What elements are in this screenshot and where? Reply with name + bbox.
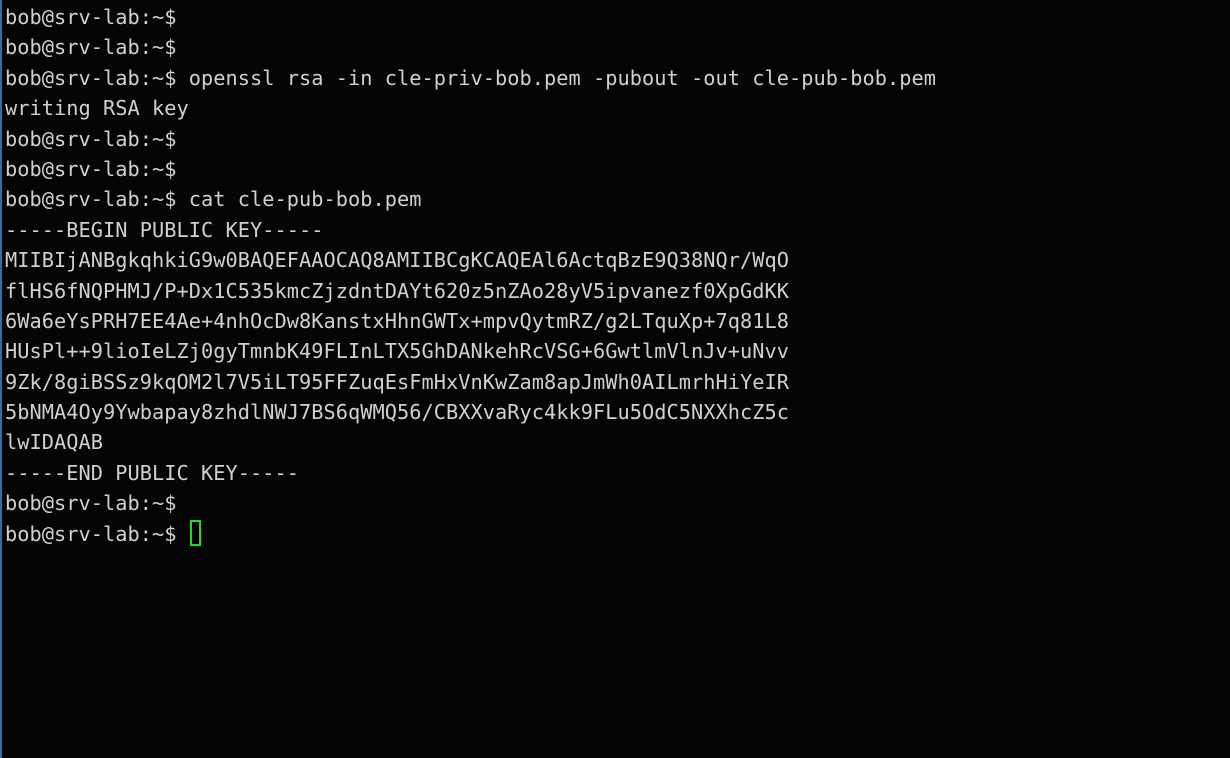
terminal-line: HUsPl++9lioIeLZj0gyTmnbK49FLInLTX5GhDANk… (5, 339, 790, 364)
terminal-line: 5bNMA4Oy9Ywbapay8zhdlNWJ7BS6qWMQ56/CBXXv… (5, 400, 790, 425)
terminal-line: bob@srv-lab:~$ (5, 5, 177, 29)
terminal-line: -----END PUBLIC KEY----- (5, 460, 300, 485)
terminal-window[interactable]: bob@srv-lab:~$ bob@srv-lab:~$ bob@srv-la… (0, 0, 1230, 758)
terminal-line: bob@srv-lab:~$ (5, 491, 177, 516)
terminal-line: bob@srv-lab:~$ (5, 126, 177, 151)
terminal-line: bob@srv-lab:~$ openssl rsa -in cle-priv-… (5, 65, 937, 90)
terminal-line: MIIBIjANBgkqhkiG9w0BAQEFAAOCAQ8AMIIBCgKC… (5, 248, 790, 273)
terminal-line: 6Wa6eYsPRH7EE4Ae+4nhOcDw8KanstxHhnGWTx+m… (5, 308, 790, 333)
terminal-line: bob@srv-lab:~$ (5, 35, 177, 60)
terminal-line: flHS6fNQPHMJ/P+Dx1C535kmcZjzdntDAYt620z5… (5, 278, 790, 303)
terminal-line: writing RSA key (5, 96, 189, 121)
terminal-line: 9Zk/8giBSSz9kqOM2l7V5iLT95FFZuqEsFmHxVnK… (5, 369, 790, 394)
terminal-line: bob@srv-lab:~$ (5, 156, 177, 181)
terminal-cursor[interactable] (189, 520, 201, 547)
terminal-line: -----BEGIN PUBLIC KEY----- (5, 217, 324, 242)
terminal-line: bob@srv-lab:~$ cat cle-pub-bob.pem (5, 187, 422, 212)
terminal-active-line[interactable]: bob@srv-lab:~$ (5, 519, 1230, 549)
terminal-prompt: bob@srv-lab:~$ (5, 521, 189, 546)
terminal-line: lwIDAQAB (5, 430, 104, 455)
